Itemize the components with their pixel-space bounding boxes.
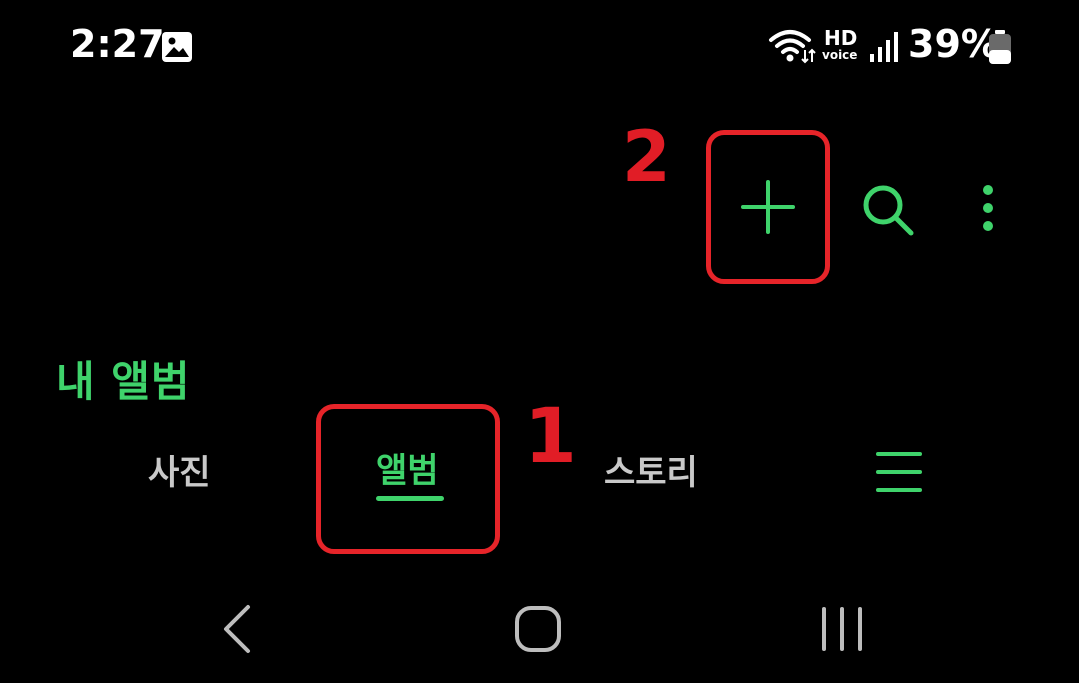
- add-icon: [741, 180, 795, 234]
- menu-icon: [876, 452, 922, 492]
- gallery-icon: [160, 30, 194, 64]
- signal-icon: [868, 30, 900, 64]
- menu-button[interactable]: [876, 450, 922, 494]
- back-button[interactable]: [220, 604, 256, 654]
- hd-label: HD: [824, 26, 858, 50]
- more-vert-icon: [983, 185, 993, 231]
- search-icon: [863, 185, 914, 236]
- tab-stories[interactable]: 스토리: [604, 456, 698, 490]
- back-icon: [224, 605, 250, 653]
- page-title: 내 앨범: [56, 357, 191, 406]
- annotation-number-1: 1: [524, 391, 577, 480]
- home-button[interactable]: [512, 604, 564, 654]
- search-button[interactable]: [858, 180, 918, 240]
- add-album-button[interactable]: [706, 130, 830, 284]
- tab-selected-indicator: [376, 496, 444, 501]
- voice-label: voice: [822, 48, 858, 62]
- home-icon: [515, 606, 561, 652]
- recents-button[interactable]: [818, 606, 866, 652]
- status-time: 2:27: [70, 22, 165, 66]
- wifi-icon: [768, 26, 818, 66]
- recents-icon: [822, 607, 862, 651]
- tab-albums[interactable]: 앨범: [376, 454, 439, 488]
- battery-icon: [986, 28, 1014, 66]
- more-options-button[interactable]: [970, 180, 1006, 240]
- annotation-number-2: 2: [622, 116, 671, 198]
- tab-photos[interactable]: 사진: [148, 456, 211, 490]
- hd-voice-icon: HD voice: [822, 26, 862, 64]
